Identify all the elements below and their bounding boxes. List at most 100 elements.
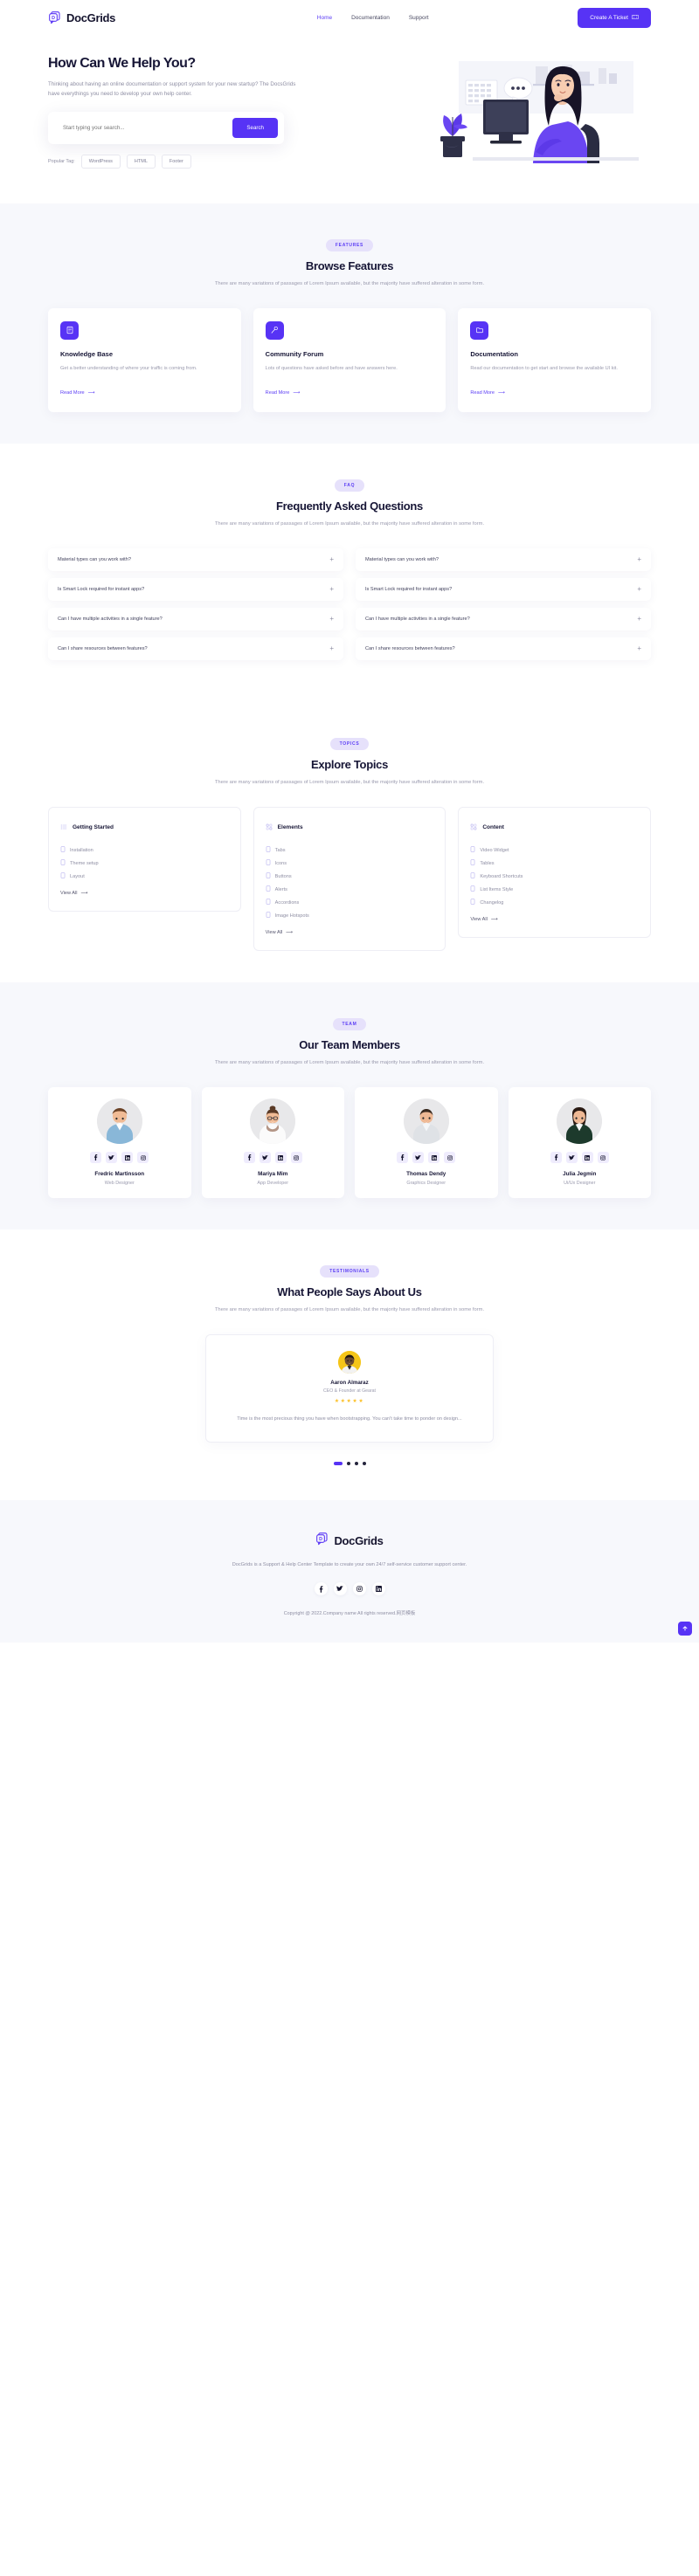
create-ticket-button[interactable]: Create A Ticket xyxy=(578,7,651,28)
topic-list-item[interactable]: Video Widget xyxy=(470,844,639,857)
faq-question: Is Smart Lock required for instant apps? xyxy=(58,587,145,593)
plus-icon[interactable]: + xyxy=(637,645,641,652)
topic-card-content[interactable]: Content Video Widget Tables Keyboard Sho… xyxy=(458,807,652,939)
team-card[interactable]: Julia Jegmin Ui/Ux Designer xyxy=(508,1087,651,1199)
twitter-icon[interactable] xyxy=(106,1152,118,1164)
linkedin-icon[interactable] xyxy=(274,1152,287,1164)
carousel-dot-3[interactable] xyxy=(354,1462,358,1466)
faq-item[interactable]: Material types can you work with? + xyxy=(48,548,343,572)
testimonial-quote: Time is the most precious thing you have… xyxy=(237,1416,462,1422)
instagram-icon[interactable] xyxy=(597,1152,609,1164)
facebook-icon[interactable] xyxy=(397,1152,409,1164)
topic-list-item[interactable]: Changelog xyxy=(470,896,639,909)
topic-list-item[interactable]: Accordions xyxy=(266,896,434,909)
topic-list-item[interactable]: Image Hotspots xyxy=(266,909,434,922)
team-section: TEAM Our Team Members There are many var… xyxy=(0,982,699,1230)
view-all-label: View All xyxy=(470,917,488,923)
plus-icon[interactable]: + xyxy=(637,556,641,563)
instagram-icon[interactable] xyxy=(444,1152,456,1164)
topic-list-item[interactable]: List Items Style xyxy=(470,883,639,896)
linkedin-icon[interactable] xyxy=(428,1152,440,1164)
nav-item-documentation[interactable]: Documentation xyxy=(351,15,390,21)
instagram-icon[interactable] xyxy=(290,1152,302,1164)
carousel-dot-1[interactable] xyxy=(333,1462,343,1466)
social-links xyxy=(211,1152,336,1164)
topic-list-item[interactable]: Installation xyxy=(60,844,229,857)
twitter-icon[interactable] xyxy=(412,1152,425,1164)
facebook-icon[interactable] xyxy=(243,1152,255,1164)
plus-icon[interactable]: + xyxy=(329,556,334,563)
topic-card-elements[interactable]: Elements Tabs Icons Buttons Alerts Accor… xyxy=(253,807,446,952)
read-more-link[interactable]: Read More ⟶ xyxy=(470,390,505,396)
twitter-icon[interactable] xyxy=(259,1152,271,1164)
tag-footer[interactable]: Footer xyxy=(161,154,191,169)
feature-card-knowledge-base[interactable]: Knowledge Base Get a better understandin… xyxy=(48,307,241,413)
faq-item[interactable]: Can I have multiple activities in a sing… xyxy=(48,608,343,631)
plus-icon[interactable]: + xyxy=(637,616,641,623)
twitter-icon[interactable] xyxy=(565,1152,578,1164)
nav-item-support[interactable]: Support xyxy=(409,15,429,21)
plus-icon[interactable]: + xyxy=(329,616,334,623)
instagram-icon[interactable] xyxy=(137,1152,149,1164)
search-button[interactable]: Search xyxy=(232,117,278,138)
linkedin-icon[interactable] xyxy=(121,1152,134,1164)
twitter-icon[interactable] xyxy=(333,1582,347,1596)
testimonials-title: What People Says About Us xyxy=(277,1285,422,1299)
grid-icon xyxy=(266,819,273,835)
plus-icon[interactable]: + xyxy=(329,645,334,652)
topic-card-getting-started[interactable]: Getting Started Installation Theme setup… xyxy=(48,807,241,913)
plus-icon[interactable]: + xyxy=(637,586,641,593)
scroll-to-top-button[interactable] xyxy=(678,1622,692,1636)
doc-icon xyxy=(470,859,475,867)
tag-wordpress[interactable]: WordPress xyxy=(80,154,121,169)
view-all-link[interactable]: View All ⟶ xyxy=(266,930,294,935)
topic-list-item[interactable]: Layout xyxy=(60,870,229,883)
carousel-dot-2[interactable] xyxy=(346,1462,350,1466)
view-all-link[interactable]: View All ⟶ xyxy=(60,891,88,896)
team-title: Our Team Members xyxy=(299,1038,400,1052)
team-card[interactable]: Mariya Mim App Developer xyxy=(201,1087,344,1199)
facebook-icon[interactable] xyxy=(314,1582,328,1596)
read-more-link[interactable]: Read More ⟶ xyxy=(266,390,301,396)
faq-question: Can I share resources between features? xyxy=(365,646,455,652)
social-links xyxy=(517,1152,643,1164)
doc-icon xyxy=(470,885,475,893)
member-name: Julia Jegmin xyxy=(563,1171,597,1178)
faq-item[interactable]: Material types can you work with? + xyxy=(356,548,651,572)
faq-item[interactable]: Can I share resources between features? … xyxy=(48,637,343,661)
nav-item-home[interactable]: Home xyxy=(317,15,332,21)
view-all-link[interactable]: View All ⟶ xyxy=(470,917,498,922)
facebook-icon[interactable] xyxy=(550,1152,562,1164)
carousel-dot-4[interactable] xyxy=(362,1462,366,1466)
footer-brand[interactable]: D DocGrids xyxy=(48,1532,651,1550)
site-header: D DocGrids Home Documentation Support Cr… xyxy=(0,0,699,35)
read-more-link[interactable]: Read More ⟶ xyxy=(60,390,95,396)
linkedin-icon[interactable] xyxy=(581,1152,593,1164)
instagram-icon[interactable] xyxy=(352,1582,366,1596)
arrow-up-icon xyxy=(682,1621,689,1636)
faq-item[interactable]: Is Smart Lock required for instant apps?… xyxy=(48,578,343,602)
feature-card-community-forum[interactable]: Community Forum Lots of questions have a… xyxy=(253,307,446,413)
team-card[interactable]: Fredric Martinsson Web Designer xyxy=(48,1087,191,1199)
topic-list-item[interactable]: Theme setup xyxy=(60,857,229,870)
topic-list-item[interactable]: Buttons xyxy=(266,870,434,883)
topic-list-item[interactable]: Keyboard Shortcuts xyxy=(470,870,639,883)
faq-item[interactable]: Can I have multiple activities in a sing… xyxy=(356,608,651,631)
plus-icon[interactable]: + xyxy=(329,586,334,593)
topic-list-item[interactable]: Icons xyxy=(266,857,434,870)
feature-card-documentation[interactable]: Documentation Read our documentation to … xyxy=(458,307,652,413)
tag-html[interactable]: HTML xyxy=(126,154,156,169)
search-input[interactable] xyxy=(54,124,233,131)
team-card[interactable]: Thomas Dendy Graphics Designer xyxy=(355,1087,498,1199)
linkedin-icon[interactable] xyxy=(371,1582,385,1596)
arrow-right-icon: ⟶ xyxy=(286,930,294,936)
doc-icon xyxy=(266,872,271,880)
brand-logo[interactable]: D DocGrids xyxy=(48,10,115,24)
svg-text:D: D xyxy=(52,16,55,21)
topic-list-item[interactable]: Alerts xyxy=(266,883,434,896)
faq-item[interactable]: Is Smart Lock required for instant apps?… xyxy=(356,578,651,602)
faq-item[interactable]: Can I share resources between features? … xyxy=(356,637,651,661)
topic-list-item[interactable]: Tables xyxy=(470,857,639,870)
topic-list-item[interactable]: Tabs xyxy=(266,844,434,857)
facebook-icon[interactable] xyxy=(90,1152,102,1164)
